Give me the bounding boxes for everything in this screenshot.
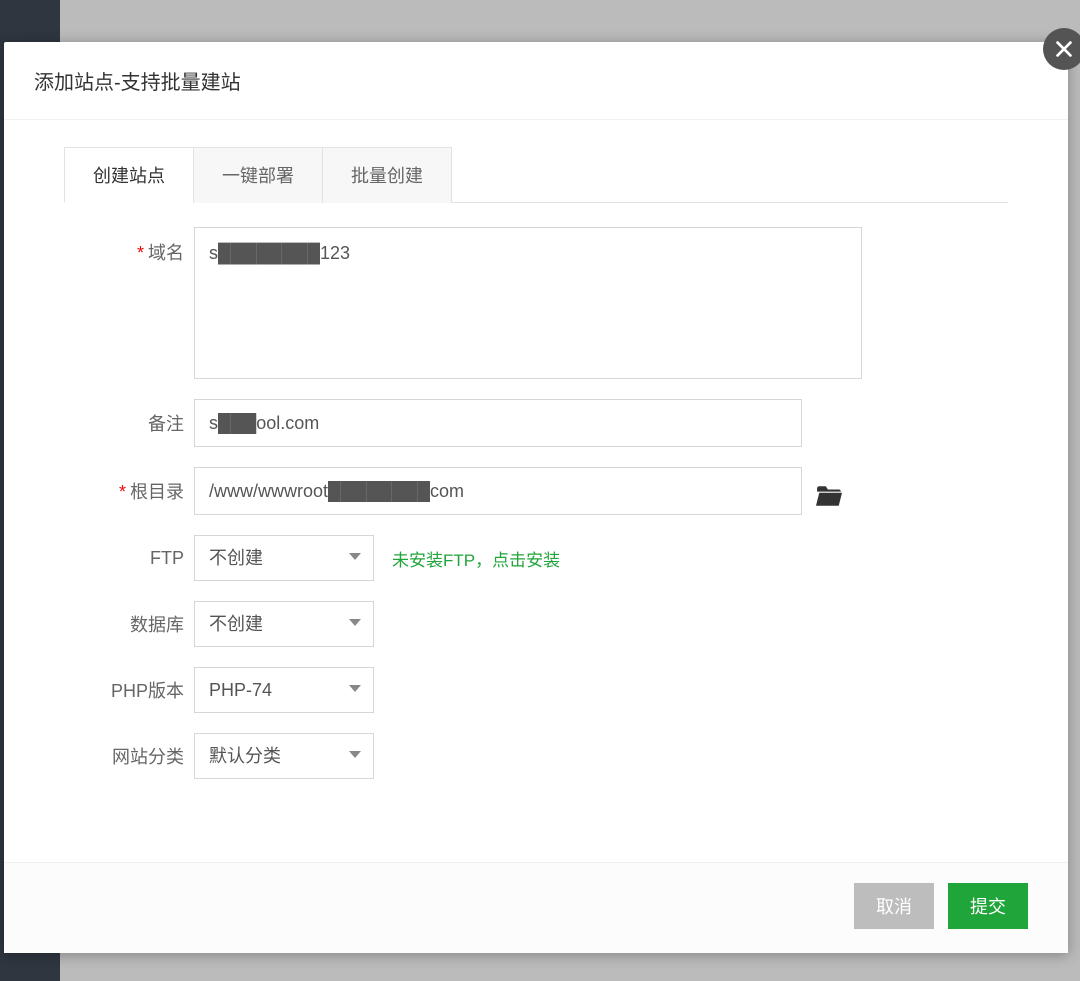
row-remark: 备注 <box>64 399 1008 447</box>
database-select[interactable]: 不创建 <box>194 601 374 647</box>
row-domain: *域名 s████████123 <box>64 227 1008 379</box>
root-dir-input[interactable] <box>194 467 802 515</box>
required-mark: * <box>119 482 126 502</box>
row-site-category: 网站分类 默认分类 <box>64 733 1008 779</box>
label-site-category: 网站分类 <box>64 743 194 769</box>
label-remark: 备注 <box>64 410 194 436</box>
label-database: 数据库 <box>64 611 194 637</box>
row-root-dir: *根目录 <box>64 467 1008 515</box>
cancel-button[interactable]: 取消 <box>854 883 934 929</box>
add-site-modal: 添加站点-支持批量建站 创建站点 一键部署 批量创建 *域名 s████████… <box>4 42 1068 953</box>
label-domain: *域名 <box>64 227 194 265</box>
tab-create-site[interactable]: 创建站点 <box>64 147 194 203</box>
tab-batch-create[interactable]: 批量创建 <box>323 147 452 203</box>
label-root-dir: *根目录 <box>64 478 194 504</box>
domain-input[interactable]: s████████123 <box>194 227 862 379</box>
close-button[interactable] <box>1043 28 1080 70</box>
site-category-select[interactable]: 默认分类 <box>194 733 374 779</box>
ftp-select[interactable]: 不创建 <box>194 535 374 581</box>
row-database: 数据库 不创建 <box>64 601 1008 647</box>
tabs: 创建站点 一键部署 批量创建 <box>64 146 1008 203</box>
tab-one-click-deploy[interactable]: 一键部署 <box>194 147 323 203</box>
modal-body: 创建站点 一键部署 批量创建 *域名 s████████123 备注 *根目录 <box>4 120 1068 862</box>
label-ftp: FTP <box>64 548 194 569</box>
modal-footer: 取消 提交 <box>4 862 1068 953</box>
row-ftp: FTP 不创建 未安装FTP，点击安装 <box>64 535 1008 581</box>
ftp-install-link[interactable]: 未安装FTP，点击安装 <box>392 546 560 571</box>
submit-button[interactable]: 提交 <box>948 883 1028 929</box>
folder-icon <box>816 485 842 507</box>
browse-folder-button[interactable] <box>816 475 842 507</box>
modal-title: 添加站点-支持批量建站 <box>34 66 1038 95</box>
close-icon <box>1053 38 1075 60</box>
remark-input[interactable] <box>194 399 802 447</box>
row-php-version: PHP版本 PHP-74 <box>64 667 1008 713</box>
label-php-version: PHP版本 <box>64 677 194 703</box>
modal-header: 添加站点-支持批量建站 <box>4 42 1068 120</box>
php-version-select[interactable]: PHP-74 <box>194 667 374 713</box>
required-mark: * <box>137 243 144 263</box>
